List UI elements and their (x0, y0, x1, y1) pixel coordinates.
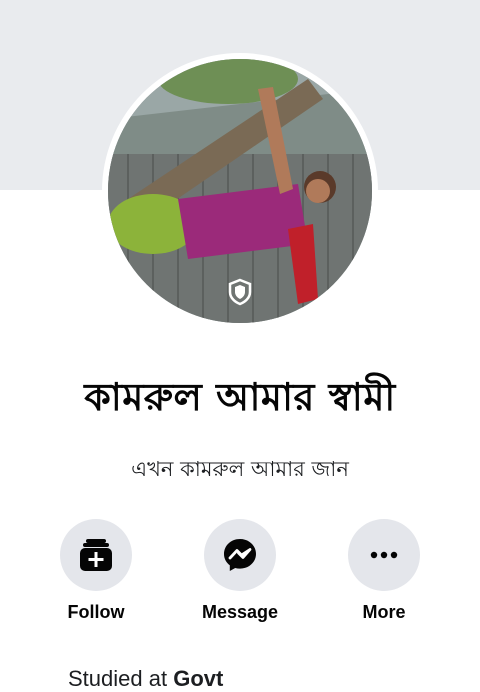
intro-studied-at: Studied at Govt (68, 666, 223, 692)
more-button[interactable]: More (324, 519, 444, 623)
more-label: More (362, 602, 406, 622)
studied-prefix: Studied at (68, 666, 168, 691)
follow-label: Follow (67, 602, 125, 622)
follow-button[interactable]: Follow (36, 519, 156, 623)
message-label: Message (201, 602, 279, 622)
message-button[interactable]: Message (180, 519, 300, 623)
follow-plus-icon (80, 539, 112, 571)
studied-school-link[interactable]: Govt (173, 666, 223, 691)
profile-name: কামরুল আমার স্বামী (84, 375, 396, 419)
profile-guard-shield-icon (225, 277, 255, 307)
messenger-icon (224, 539, 256, 571)
profile-bio: এখন কামরুল আমার জান (131, 457, 349, 481)
more-dots-icon (370, 551, 398, 559)
